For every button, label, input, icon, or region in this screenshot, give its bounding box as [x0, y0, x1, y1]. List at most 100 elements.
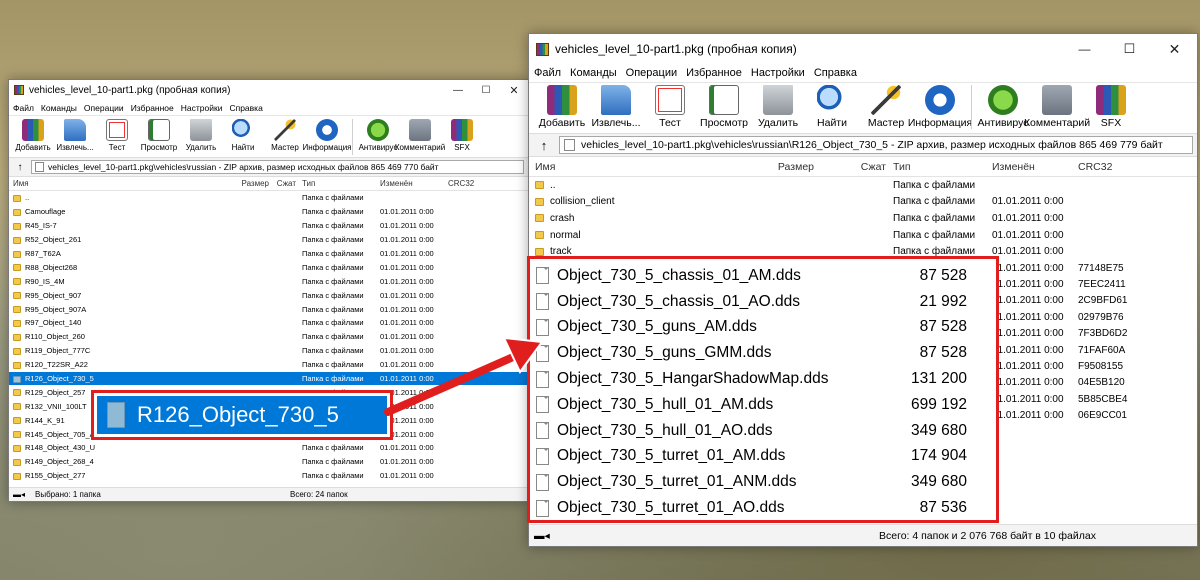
- up-arrow-icon[interactable]: ↑: [9, 162, 31, 173]
- toolbar-delete-button[interactable]: Удалить: [751, 85, 805, 129]
- col-packed[interactable]: Сжат: [269, 179, 296, 188]
- left-title-bar[interactable]: vehicles_level_10-part1.pkg (пробная коп…: [9, 80, 528, 100]
- toolbar-label: Комментарий: [1023, 117, 1091, 129]
- zoomed-file-row[interactable]: Object_730_5_hull_01_AO.dds 349 680: [530, 418, 996, 444]
- toolbar-info-button[interactable]: Информация: [303, 119, 352, 152]
- col-size[interactable]: Размер: [774, 161, 814, 173]
- up-arrow-icon[interactable]: ↑: [529, 138, 559, 153]
- minimize-icon[interactable]: —: [1062, 42, 1107, 56]
- name-cell: R126_Object_730_5: [9, 374, 209, 383]
- modified-cell: 01.01.2011 0:00: [380, 207, 434, 217]
- toolbar-wizard-button[interactable]: Мастер: [264, 119, 306, 152]
- col-size[interactable]: Размер: [209, 179, 270, 188]
- menu-1[interactable]: Команды: [570, 67, 617, 79]
- winrar-app-icon: [14, 85, 24, 95]
- zoomed-file-row[interactable]: Object_730_5_chassis_01_AO.dds 21 992: [530, 289, 996, 315]
- col-modified[interactable]: Изменён: [992, 161, 1078, 173]
- table-row[interactable]: R149_Object_268_4 Папка с файлами 01.01.20…: [9, 455, 528, 469]
- folder-icon: [13, 208, 21, 216]
- callout-highlight: R126_Object_730_5: [97, 396, 387, 434]
- table-row[interactable]: Camouflage Папка с файлами 01.01.2011 0:00: [9, 205, 528, 219]
- toolbar-antivirus-button[interactable]: Антивирус: [357, 119, 399, 152]
- menu-3[interactable]: Избранное: [131, 103, 174, 113]
- zoomed-file-row[interactable]: Object_730_5_guns_AM.dds 87 528: [530, 315, 996, 341]
- toolbar-label: Найти: [817, 117, 847, 129]
- menu-1[interactable]: Команды: [41, 103, 77, 113]
- zoomed-file-row[interactable]: Object_730_5_turret_01_AO.dds 87 536: [530, 495, 996, 521]
- col-crc[interactable]: CRC32: [448, 179, 498, 188]
- zoomed-file-row[interactable]: Object_730_5_HangarShadowMap.dds 131 200: [530, 366, 996, 392]
- toolbar-add-button[interactable]: Добавить: [12, 119, 54, 152]
- toolbar-view-button[interactable]: Просмотр: [138, 119, 180, 152]
- zoomed-file-row[interactable]: Object_730_5_turret_01_ANM.dds 349 680: [530, 469, 996, 495]
- toolbar-comment-button[interactable]: Комментарий: [1024, 85, 1090, 129]
- menu-4[interactable]: Настройки: [751, 67, 805, 79]
- zoomed-file-row[interactable]: Object_730_5_chassis_01_AM.dds 87 528: [530, 263, 996, 289]
- table-row[interactable]: R88_Object268 Папка с файлами 01.01.2011 0…: [9, 260, 528, 274]
- close-icon[interactable]: ✕: [500, 84, 528, 97]
- menu-3[interactable]: Избранное: [686, 67, 742, 79]
- file-name: R145_Object_705_A: [25, 429, 95, 439]
- toolbar-view-button[interactable]: Просмотр: [697, 85, 751, 129]
- table-row[interactable]: R87_T62A Папка с файлами 01.01.2011 0:00: [9, 247, 528, 261]
- toolbar-antivirus-button[interactable]: Антивирус: [976, 85, 1030, 129]
- winrar-app-icon: [536, 42, 549, 56]
- type-cell: Папка с файлами: [302, 262, 364, 272]
- menu-0[interactable]: Файл: [534, 67, 561, 79]
- toolbar-comment-button[interactable]: Комментарий: [395, 119, 445, 152]
- toolbar-find-button[interactable]: Найти: [805, 85, 859, 129]
- toolbar-delete-button[interactable]: Удалить: [180, 119, 222, 152]
- menu-5[interactable]: Справка: [814, 67, 857, 79]
- left-path-field[interactable]: vehicles_level_10-part1.pkg\vehicles\rus…: [31, 159, 524, 175]
- toolbar-sfx-button[interactable]: SFX: [441, 119, 483, 152]
- toolbar-sfx-button[interactable]: SFX: [1084, 85, 1138, 129]
- close-icon[interactable]: ✕: [1152, 41, 1197, 58]
- table-row[interactable]: R52_Object_261 Папка с файлами 01.01.2011 …: [9, 233, 528, 247]
- menu-2[interactable]: Операции: [84, 103, 124, 113]
- maximize-icon[interactable]: ☐: [1107, 41, 1152, 57]
- zoomed-file-row[interactable]: Object_730_5_guns_GMM.dds 87 528: [530, 340, 996, 366]
- col-name[interactable]: Имя: [9, 179, 209, 188]
- minimize-icon[interactable]: —: [444, 85, 472, 96]
- col-packed[interactable]: Сжат: [814, 161, 886, 173]
- toolbar-info-button[interactable]: Информация: [908, 85, 972, 129]
- col-name[interactable]: Имя: [529, 161, 774, 173]
- maximize-icon[interactable]: ☐: [472, 85, 500, 96]
- col-type[interactable]: Тип: [296, 179, 380, 188]
- menu-5[interactable]: Справка: [229, 103, 262, 113]
- menu-4[interactable]: Настройки: [181, 103, 223, 113]
- table-row[interactable]: R95_Object_907A Папка с файлами 01.01.2011…: [9, 302, 528, 316]
- table-row[interactable]: R45_IS-7 Папка с файлами 01.01.2011 0:00: [9, 219, 528, 233]
- zoomed-file-row[interactable]: Object_730_5_turret_01_AM.dds 174 904: [530, 444, 996, 470]
- file-name: Object_730_5_guns_AM.dds: [557, 318, 757, 336]
- toolbar-test-button[interactable]: Тест: [96, 119, 138, 152]
- toolbar-add-button[interactable]: Добавить: [535, 85, 589, 129]
- menu-2[interactable]: Операции: [626, 67, 677, 79]
- menu-0[interactable]: Файл: [13, 103, 34, 113]
- table-row[interactable]: R148_Object_430_U Папка с файлами 01.01.20…: [9, 441, 528, 455]
- col-type[interactable]: Тип: [886, 161, 992, 173]
- table-row[interactable]: .. Папка с файлами: [9, 191, 528, 205]
- table-row[interactable]: R95_Object_907 Папка с файлами 01.01.2011 …: [9, 288, 528, 302]
- table-row[interactable]: collision_client Папка с файлами 01.01.201…: [529, 194, 1197, 211]
- modified-cell: 01.01.2011 0:00: [380, 235, 434, 245]
- left-toolbar: Добавить Извлечь... Тест Просмотр Удалить Най…: [9, 115, 528, 157]
- right-path-field[interactable]: vehicles_level_10-part1.pkg\vehicles\rus…: [559, 136, 1193, 154]
- toolbar-extract-button[interactable]: Извлечь...: [589, 85, 643, 129]
- col-crc[interactable]: CRC32: [1078, 161, 1148, 173]
- type-cell: Папка с файлами: [302, 318, 364, 328]
- toolbar-wizard-button[interactable]: Мастер: [859, 85, 913, 129]
- table-row[interactable]: crash Папка с файлами 01.01.2011 0:00: [529, 210, 1197, 227]
- table-row[interactable]: .. Папка с файлами: [529, 177, 1197, 194]
- table-row[interactable]: R155_Object_277 Папка с файлами 01.01.2011…: [9, 469, 528, 483]
- document-icon: [536, 293, 549, 311]
- zoomed-file-row[interactable]: Object_730_5_hull_01_AM.dds 699 192: [530, 392, 996, 418]
- toolbar-find-button[interactable]: Найти: [222, 119, 264, 152]
- col-modified[interactable]: Изменён: [380, 179, 448, 188]
- folder-icon: [13, 236, 21, 244]
- table-row[interactable]: normal Папка с файлами 01.01.2011 0:00: [529, 227, 1197, 244]
- right-title-bar[interactable]: vehicles_level_10-part1.pkg (пробная коп…: [529, 34, 1197, 64]
- table-row[interactable]: R90_IS_4M Папка с файлами 01.01.2011 0:00: [9, 274, 528, 288]
- toolbar-test-button[interactable]: Тест: [643, 85, 697, 129]
- toolbar-extract-button[interactable]: Извлечь...: [54, 119, 96, 152]
